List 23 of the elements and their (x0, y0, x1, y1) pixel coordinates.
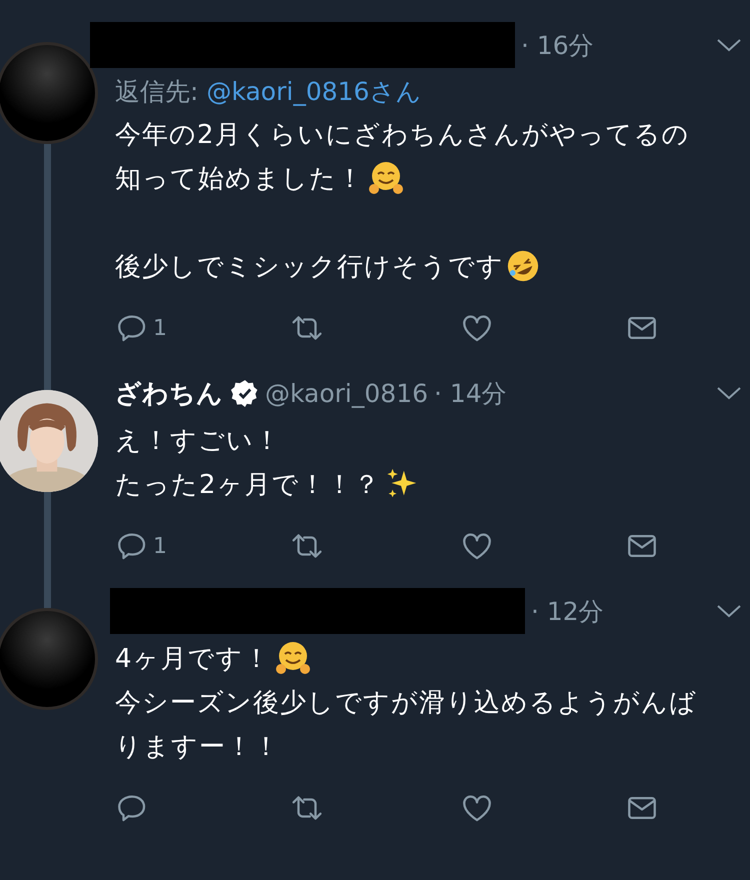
timestamp: · 16分 (521, 30, 594, 62)
reply-button[interactable]: 1 (115, 311, 167, 345)
tweet-text: 知って始めました！ (115, 162, 364, 196)
mention-link[interactable]: @kaori_0816さん (206, 74, 422, 108)
smiley-icon (368, 160, 404, 196)
reply-label: 返信先: (115, 76, 198, 108)
chevron-down-icon[interactable] (716, 385, 742, 401)
display-name: ざわちん (115, 378, 223, 410)
timestamp: · 14分 (434, 378, 507, 410)
smiley-icon (274, 640, 311, 676)
chevron-down-icon[interactable] (716, 603, 742, 619)
timestamp: · 12分 (531, 596, 604, 628)
tweet-text: りますー！！ (115, 730, 280, 764)
tweet-text: 今年の2月くらいにざわちんさんがやってるの (115, 118, 690, 152)
chevron-down-icon[interactable] (716, 37, 742, 53)
tweet-text: え！すごい！ (115, 424, 281, 458)
tweet-text: たった2ヶ月で！！？ (115, 468, 381, 502)
tweet-text: 今シーズン後少しですが滑り込めるようがんば (115, 686, 697, 720)
tweet-text: 4ヶ月です！ (115, 642, 271, 676)
laughing-icon (506, 249, 540, 283)
tweet-text: 後少しでミシック行けそうです (115, 250, 504, 284)
user-handle: @kaori_0816 (265, 378, 428, 408)
reply-button[interactable]: 1 (115, 529, 167, 563)
